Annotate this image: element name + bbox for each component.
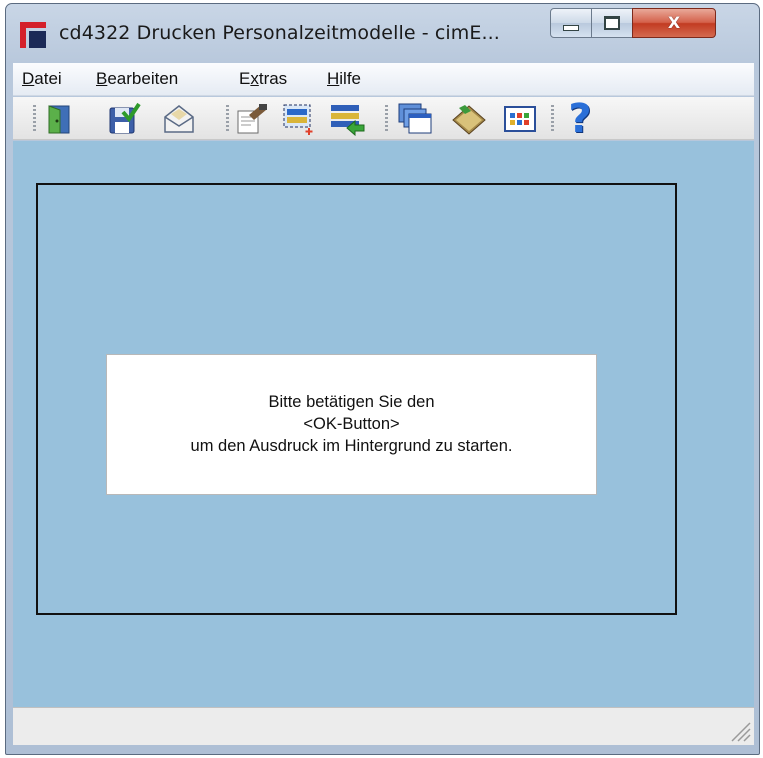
- windows-button[interactable]: [396, 101, 434, 137]
- minimize-button[interactable]: [550, 8, 592, 38]
- close-button[interactable]: X: [632, 8, 716, 38]
- book-icon: [452, 105, 486, 135]
- toolbar-separator: [385, 105, 388, 133]
- calendar-button[interactable]: [501, 101, 539, 137]
- save-check-icon: [109, 102, 141, 134]
- menu-bearbeiten[interactable]: Bearbeiten: [96, 69, 178, 89]
- menu-datei[interactable]: Datei: [22, 69, 62, 89]
- client-area: Bitte betätigen Sie den <OK-Button> um d…: [13, 141, 754, 707]
- content-frame: Bitte betätigen Sie den <OK-Button> um d…: [36, 183, 677, 615]
- app-logo-icon: [20, 22, 46, 48]
- exit-door-icon: [48, 105, 70, 134]
- menu-hilfe[interactable]: Hilfe: [327, 69, 361, 89]
- close-icon: X: [667, 13, 681, 32]
- mail-button[interactable]: [160, 101, 198, 137]
- message-line-3: um den Ausdruck im Hintergrund zu starte…: [190, 437, 513, 455]
- minimize-icon: [563, 25, 579, 31]
- help-icon: ?: [568, 96, 592, 142]
- status-bar: [13, 707, 754, 745]
- maximize-icon: [604, 16, 620, 30]
- message-line-2: <OK-Button>: [303, 415, 400, 433]
- toolbar-grip[interactable]: [33, 105, 36, 133]
- book-button[interactable]: [450, 101, 488, 137]
- toolbar-separator: [551, 105, 554, 133]
- menu-extras[interactable]: Extras: [239, 69, 287, 89]
- list-transfer-icon: [331, 105, 365, 136]
- title-bar[interactable]: cd4322 Drucken Personalzeitmodelle - cim…: [6, 4, 759, 60]
- app-window: cd4322 Drucken Personalzeitmodelle - cim…: [5, 3, 760, 755]
- toolbar: ?: [13, 97, 754, 140]
- page-setup-button[interactable]: [233, 101, 271, 137]
- list-transfer-button[interactable]: [329, 101, 367, 137]
- message-line-1: Bitte betätigen Sie den: [268, 393, 435, 411]
- toolbar-separator: [226, 105, 229, 133]
- envelope-icon: [164, 105, 194, 133]
- calendar-grid-icon: [504, 106, 536, 132]
- exit-button[interactable]: [40, 101, 78, 137]
- help-button[interactable]: ?: [561, 96, 599, 142]
- page-setup-icon: [237, 104, 267, 134]
- windows-icon: [398, 103, 432, 134]
- select-area-icon: [283, 104, 313, 135]
- maximize-button[interactable]: [591, 8, 633, 38]
- select-area-button[interactable]: [280, 101, 318, 137]
- window-title: cd4322 Drucken Personalzeitmodelle - cim…: [59, 22, 500, 44]
- message-box: Bitte betätigen Sie den <OK-Button> um d…: [106, 354, 597, 495]
- resize-grip-icon[interactable]: [728, 719, 752, 743]
- save-button[interactable]: [105, 101, 143, 137]
- menu-bar: Datei Bearbeiten Extras Hilfe: [13, 63, 754, 96]
